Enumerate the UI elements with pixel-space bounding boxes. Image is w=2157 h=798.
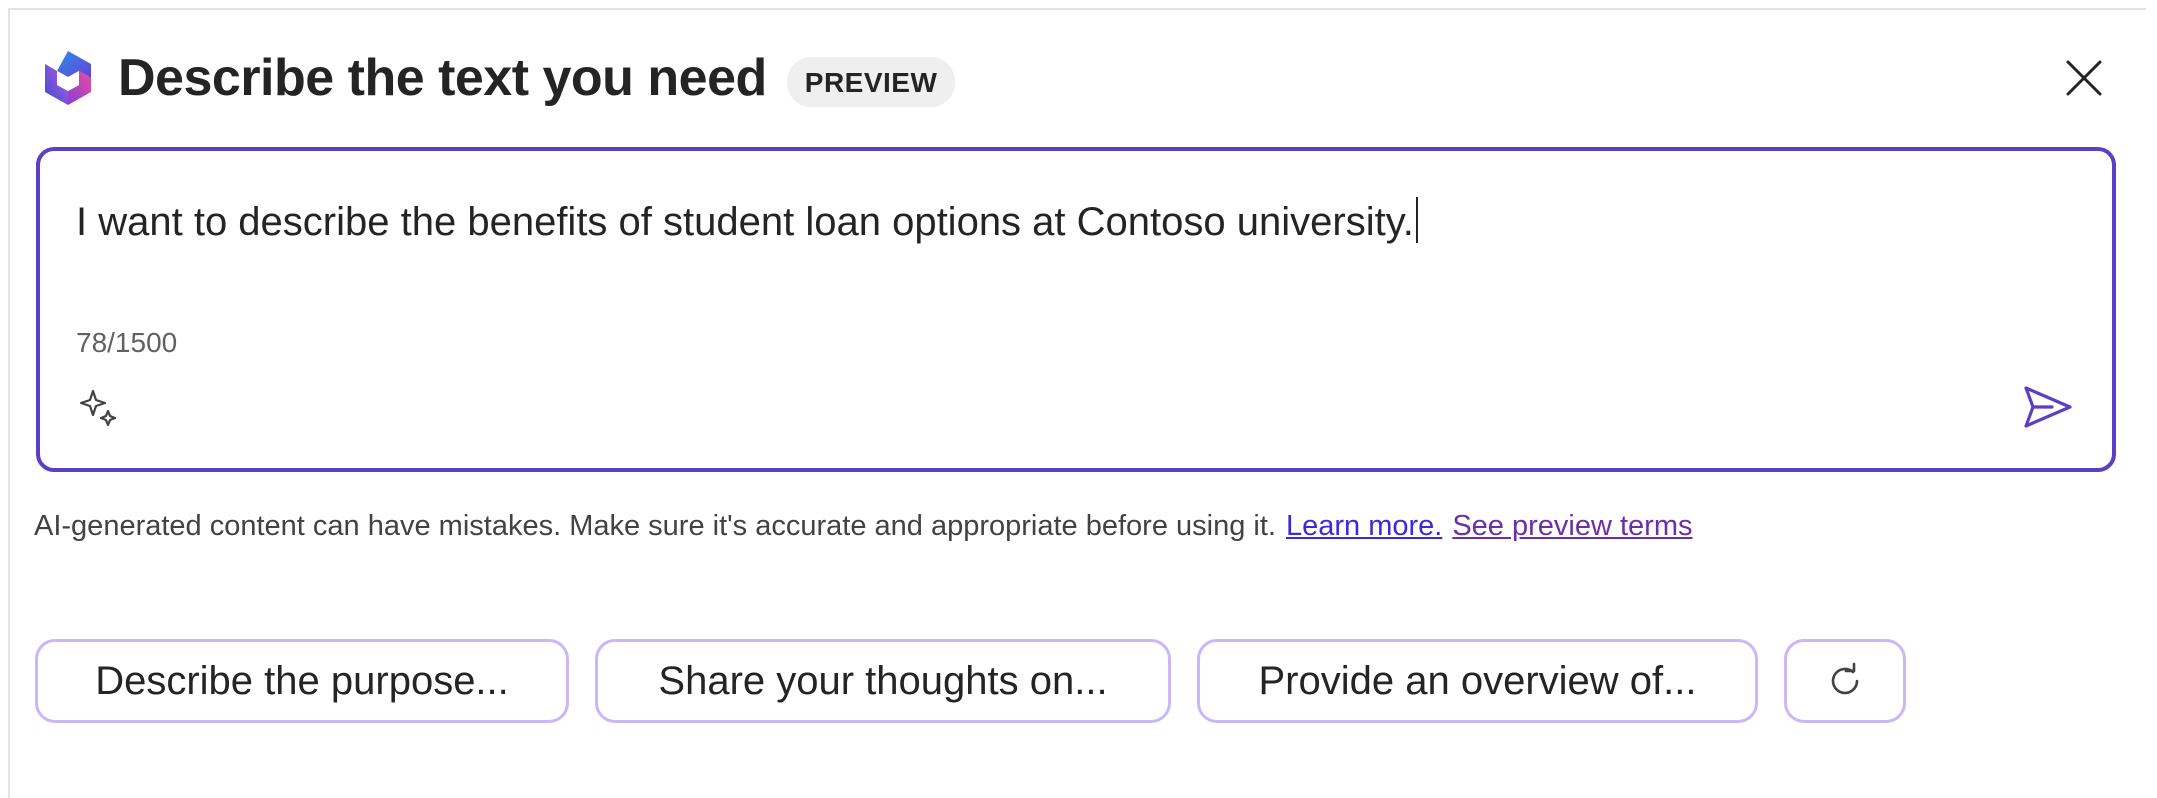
suggestion-chips: Describe the purpose... Share your thoug… xyxy=(35,638,1906,724)
preview-terms-link[interactable]: See preview terms xyxy=(1452,510,1692,542)
sparkle-icon xyxy=(79,389,117,427)
suggestion-chip-share-thoughts[interactable]: Share your thoughts on... xyxy=(595,639,1171,723)
suggestion-chip-provide-overview[interactable]: Provide an overview of... xyxy=(1197,639,1758,723)
send-icon xyxy=(2024,386,2072,428)
refresh-suggestions-button[interactable] xyxy=(1784,639,1906,723)
prompt-input[interactable]: I want to describe the benefits of stude… xyxy=(76,197,1418,245)
disclaimer-text: AI-generated content can have mistakes. … xyxy=(34,510,1276,542)
prompt-input-box[interactable]: I want to describe the benefits of stude… xyxy=(36,147,2116,472)
character-count: 78/1500 xyxy=(76,327,178,358)
sparkle-button[interactable] xyxy=(74,383,124,433)
prompt-input-value: I want to describe the benefits of stude… xyxy=(76,200,1414,244)
panel-header: Describe the text you need PREVIEW xyxy=(36,44,956,112)
ai-disclaimer: AI-generated content can have mistakes. … xyxy=(34,510,1692,543)
page-title: Describe the text you need xyxy=(118,49,767,107)
close-button[interactable] xyxy=(2056,50,2112,106)
text-caret xyxy=(1415,197,1418,243)
copilot-logo-icon xyxy=(36,46,100,110)
learn-more-link[interactable]: Learn more. xyxy=(1286,510,1442,542)
send-button[interactable] xyxy=(2016,377,2080,437)
refresh-icon xyxy=(1831,662,1859,695)
preview-badge: PREVIEW xyxy=(786,57,956,107)
suggestion-chip-describe-purpose[interactable]: Describe the purpose... xyxy=(35,639,569,723)
close-icon xyxy=(2066,60,2102,96)
